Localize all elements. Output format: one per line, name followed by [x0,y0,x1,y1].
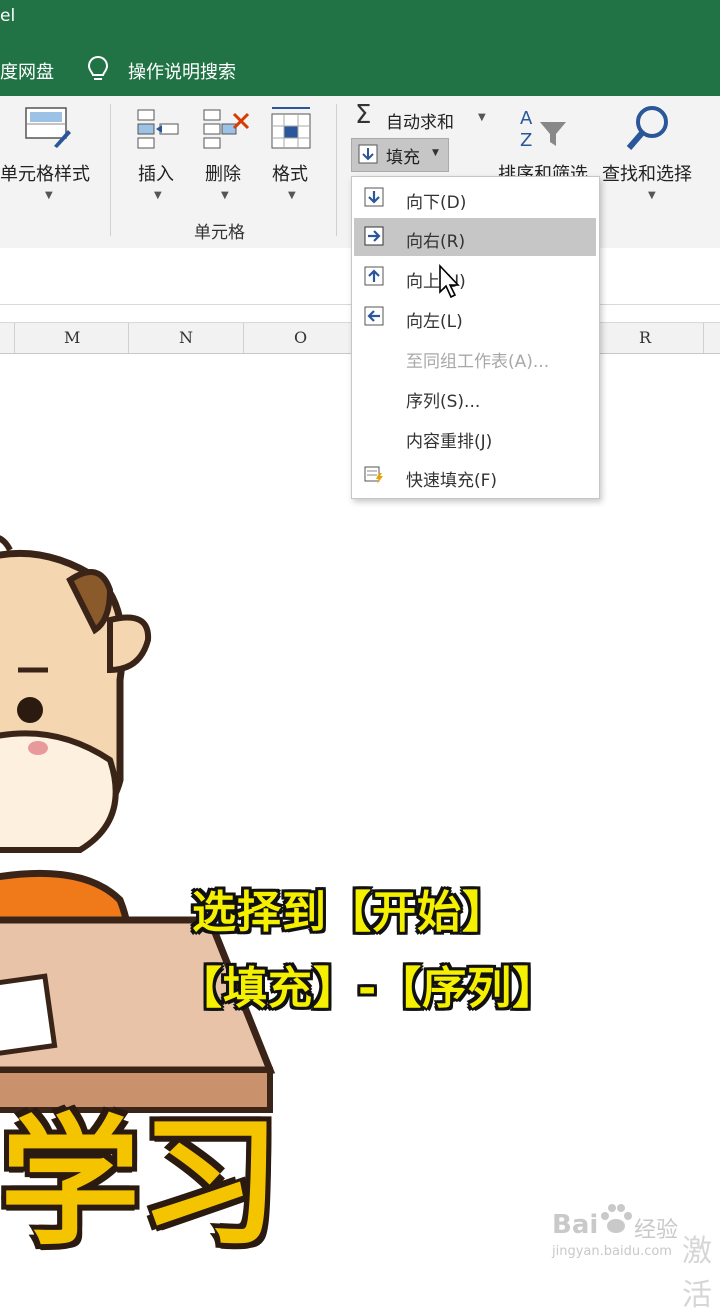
watermark-brand: Bai [552,1210,599,1240]
chevron-down-icon: ▼ [221,190,229,201]
overlay-big-text: 学习 [0,1102,281,1265]
menu-item-fill-left[interactable]: 向左(L) [354,298,596,336]
flash-fill-icon [364,466,383,484]
mouse-cursor-icon [439,264,460,299]
menu-item-across-worksheets: 至同组工作表(A)... [354,338,596,376]
divider [336,104,337,236]
chevron-down-icon: ▼ [478,112,486,123]
autosum-label: 自动求和 [386,113,454,133]
menu-item-label: 向下(D) [406,193,467,213]
chevron-down-icon: ▼ [648,190,656,201]
chevron-down-icon: ▼ [45,190,53,201]
menu-item-label: 内容重排(J) [406,432,493,452]
column-divider [128,323,129,353]
column-divider [703,323,704,353]
menu-item-series[interactable]: 序列(S)... [354,378,596,416]
sigma-icon: Σ [355,100,372,130]
column-divider [243,323,244,353]
insert-cells-icon [137,109,179,149]
column-header-o[interactable]: O [294,328,307,347]
svg-text:Z: Z [520,130,532,151]
cell-style-icon [25,107,71,148]
menu-item-label: 快速填充(F) [406,471,498,491]
find-select-label: 查找和选择 [602,164,692,185]
insert-label: 插入 [138,164,174,185]
delete-cells-icon [203,109,250,149]
magnifier-icon [626,106,668,150]
cell-style-label: 单元格样式 [0,164,90,185]
ribbon-tab-bar: 度网盘 操作说明搜索 [0,44,720,96]
sort-filter-icon: A Z [520,108,566,151]
arrow-right-icon [364,226,384,246]
chevron-down-icon: ▼ [288,190,296,201]
title-bar: el [0,0,720,44]
lightbulb-icon [87,55,109,80]
tell-me-search[interactable]: 操作说明搜索 [128,58,236,84]
column-divider [14,323,15,353]
menu-item-fill-up[interactable]: 向上(U) [354,258,596,296]
cells-group-label: 单元格 [194,223,245,243]
chevron-down-icon: ▼ [154,190,162,201]
fill-down-icon [358,144,378,164]
menu-item-label: 向左(L) [406,312,463,332]
watermark-url: jingyan.baidu.com [552,1244,672,1259]
svg-text:A: A [520,108,533,129]
format-cells-icon [271,107,311,149]
tab-baidu-cloud[interactable]: 度网盘 [0,58,54,84]
column-header-r[interactable]: R [639,328,651,347]
menu-item-label: 至同组工作表(A)... [406,352,550,372]
caption-line-2: 【填充】-【序列】 [178,963,558,1014]
column-header-m[interactable]: M [64,328,80,347]
arrow-up-icon [364,266,384,286]
watermark-brand-suffix: 经验 [634,1218,679,1243]
menu-item-fill-right[interactable]: 向右(R) [354,218,596,256]
format-label: 格式 [272,164,308,185]
caption-line-1: 选择到【开始】 [192,887,507,938]
menu-item-label: 序列(S)... [406,392,481,412]
divider [110,104,111,236]
arrow-left-icon [364,306,384,326]
paw-icon [601,1204,632,1233]
watermark-side-text: 激活 [682,1234,712,1313]
column-header-n[interactable]: N [179,328,193,347]
fill-label: 填充 [386,148,420,168]
menu-item-justify[interactable]: 内容重排(J) [354,418,596,456]
menu-item-flash-fill[interactable]: 快速填充(F) [354,457,596,495]
menu-item-fill-down[interactable]: 向下(D) [354,179,596,217]
window-title: el [0,6,16,26]
fill-dropdown-menu: 向下(D) 向右(R) 向上(U) 向左(L) 至同组工作表(A)... 序列(… [351,176,600,499]
menu-item-label: 向右(R) [406,232,466,252]
arrow-down-icon [364,187,384,207]
delete-label: 删除 [205,164,241,185]
fill-button[interactable]: 填充 ▼ [351,138,449,172]
chevron-down-icon: ▼ [432,148,439,158]
